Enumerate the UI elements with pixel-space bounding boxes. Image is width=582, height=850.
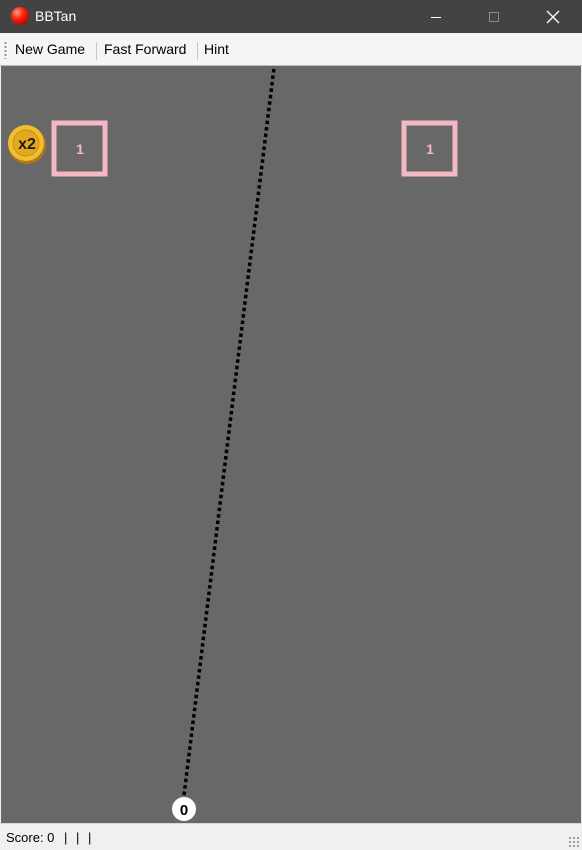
status-separator: |: [76, 830, 80, 845]
game-board[interactable]: x2 1 1 0: [1, 66, 581, 823]
red-ball-icon: [11, 7, 29, 25]
score-label: Score: 0: [6, 830, 55, 845]
brick-block: 1: [51, 120, 108, 177]
status-separator: |: [64, 830, 68, 845]
toolbar-separator: [197, 42, 198, 60]
title-bar: BBTan: [0, 0, 582, 33]
minimize-button[interactable]: [413, 0, 459, 33]
resize-grip-icon[interactable]: [568, 836, 579, 847]
brick-hits-label: 1: [76, 141, 84, 157]
game-canvas[interactable]: x2 1 1 0: [1, 66, 581, 823]
fast-forward-button[interactable]: Fast Forward: [104, 41, 186, 57]
maximize-icon: [489, 11, 499, 22]
toolbar-separator: [96, 42, 97, 60]
new-game-button[interactable]: New Game: [15, 41, 85, 57]
toolbar-grip-icon[interactable]: [4, 41, 7, 59]
minimize-icon: [431, 16, 441, 18]
status-bar: Score: 0 | | |: [0, 823, 582, 850]
ball-count-label: 0: [180, 802, 188, 819]
close-icon: [546, 10, 560, 23]
ball-launcher[interactable]: 0: [172, 797, 196, 821]
close-button[interactable]: [530, 0, 576, 33]
x2-powerup-icon: x2: [8, 125, 46, 164]
hint-button[interactable]: Hint: [204, 41, 229, 57]
maximize-button[interactable]: [471, 0, 517, 33]
brick-hits-label: 1: [426, 141, 434, 157]
status-separator: |: [88, 830, 92, 845]
toolbar: New Game Fast Forward Hint: [0, 34, 582, 66]
window-title: BBTan: [35, 8, 77, 24]
powerup-label: x2: [18, 136, 36, 153]
brick-block: 1: [401, 120, 458, 177]
aim-line: [182, 67, 276, 796]
